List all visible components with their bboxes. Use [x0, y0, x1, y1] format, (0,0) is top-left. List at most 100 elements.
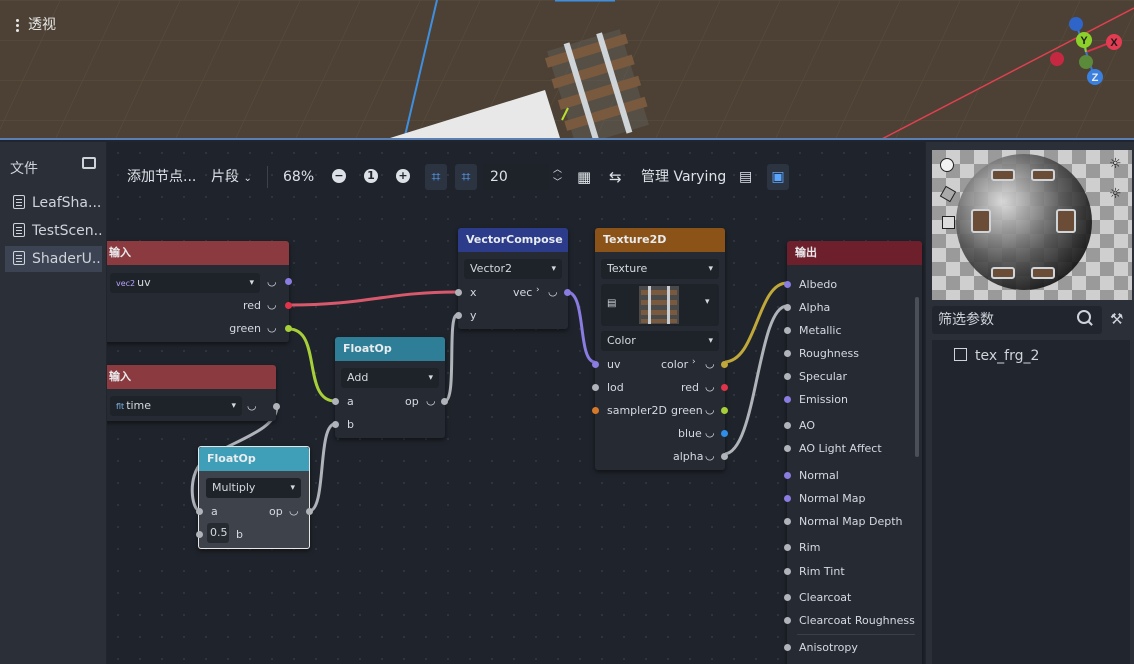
shader-mode-select[interactable]: 片段 ⌄ — [211, 158, 252, 196]
parameter-item[interactable]: tex_frg_2 — [954, 348, 1039, 364]
input-port[interactable] — [784, 644, 791, 651]
output-port[interactable] — [273, 403, 280, 410]
input-port-a[interactable] — [196, 508, 203, 515]
input-port[interactable] — [784, 445, 791, 452]
zoom-reset-button[interactable]: 1 — [364, 169, 378, 183]
view-perspective-menu[interactable]: 透视 — [16, 14, 56, 34]
spinner-arrows-icon[interactable]: ︿ ﹀ — [553, 164, 562, 202]
preview-toggle-icon[interactable]: ◡ — [267, 275, 277, 288]
vector-compose-node[interactable]: VectorCompose Vector2 ▾ x vec › ◡ y — [455, 228, 571, 329]
input-port[interactable] — [784, 350, 791, 357]
output-port[interactable] — [285, 278, 292, 285]
input-port-b[interactable] — [196, 531, 203, 538]
output-port-red[interactable] — [285, 302, 292, 309]
expand-icon[interactable]: › — [536, 285, 540, 295]
preview-toggle-icon[interactable]: ◡ — [247, 399, 257, 412]
tools-icon[interactable]: ⚒ — [1110, 310, 1123, 328]
kebab-menu-icon[interactable] — [16, 17, 20, 34]
output-port-color[interactable] — [721, 361, 728, 368]
show-grid-icon[interactable]: ⌗ — [455, 164, 477, 190]
file-item[interactable]: TestScen... — [5, 218, 102, 244]
output-port[interactable] — [441, 398, 448, 405]
input-port[interactable] — [784, 518, 791, 525]
input-port-x[interactable] — [455, 289, 462, 296]
vector-type-select[interactable]: Vector2 ▾ — [464, 259, 562, 279]
shader-graph-canvas[interactable]: 输入 vec2 uv ▾ ◡ red ◡ green ◡ 输入 flt time ▾ ◡… — [107, 142, 925, 664]
sphere-mesh-icon[interactable] — [940, 158, 954, 172]
expand-icon[interactable]: › — [692, 357, 696, 367]
3d-viewport[interactable]: 透视 Y X Z — [0, 0, 1134, 140]
floatop-add-node[interactable]: FloatOp Add ▾ a op ◡ b — [332, 337, 448, 438]
preview-toggle-icon[interactable]: ◡ — [705, 357, 715, 370]
texture-type-select[interactable]: Color ▾ — [601, 331, 719, 351]
input-port-uv[interactable] — [592, 361, 599, 368]
manage-varying-button[interactable]: 管理 Varying — [641, 158, 726, 196]
input-port[interactable] — [784, 373, 791, 380]
output-port-vec[interactable] — [564, 289, 571, 296]
output-port-blue[interactable] — [721, 430, 728, 437]
input-uv-node[interactable]: 输入 vec2 uv ▾ ◡ red ◡ green ◡ — [107, 241, 292, 342]
output-port-green[interactable] — [285, 325, 292, 332]
input-port-y[interactable] — [455, 312, 462, 319]
output-port-green[interactable] — [721, 407, 728, 414]
preview-toggle-icon[interactable]: ◡ — [705, 426, 715, 439]
preview-toggle-button[interactable]: ▣ — [767, 164, 789, 190]
minimap-icon[interactable]: ▦ — [577, 158, 591, 196]
input-port[interactable] — [784, 594, 791, 601]
light-2-icon[interactable]: ☼ — [1109, 186, 1122, 202]
preview-toggle-icon[interactable]: ◡ — [548, 285, 558, 298]
input-port[interactable] — [784, 396, 791, 403]
input-port[interactable] — [784, 304, 791, 311]
input-select[interactable]: flt time ▾ — [110, 396, 242, 416]
arrange-nodes-icon[interactable]: ⇆ — [609, 158, 622, 196]
file-item[interactable]: LeafSha... — [5, 190, 102, 216]
snap-distance-input[interactable]: 20 — [483, 164, 549, 190]
chevron-down-icon: ▾ — [708, 264, 713, 274]
orientation-gizmo[interactable]: Y X Z — [1040, 12, 1130, 92]
light-1-icon[interactable]: ☼ — [1109, 156, 1122, 172]
input-port[interactable] — [784, 281, 791, 288]
preview-toggle-icon[interactable]: ◡ — [267, 321, 277, 334]
zoom-in-icon[interactable]: + — [396, 169, 410, 183]
snap-grid-icon[interactable]: ⌗ — [425, 164, 447, 190]
texture-picker[interactable]: ▤ ▾ — [601, 284, 719, 326]
input-port-a[interactable] — [332, 398, 339, 405]
input-port[interactable] — [784, 617, 791, 624]
output-port-red[interactable] — [721, 384, 728, 391]
input-port[interactable] — [784, 568, 791, 575]
preview-toggle-icon[interactable]: ◡ — [705, 380, 715, 393]
input-port-sampler2d[interactable] — [592, 407, 599, 414]
input-port[interactable] — [784, 495, 791, 502]
output-scrollbar[interactable] — [915, 297, 919, 457]
operator-select[interactable]: Multiply ▾ — [206, 478, 301, 498]
texture-source-select[interactable]: Texture ▾ — [601, 259, 719, 279]
add-node-button[interactable]: 添加节点... — [127, 158, 196, 196]
preview-toggle-icon[interactable]: ◡ — [267, 298, 277, 311]
texture2d-node[interactable]: Texture2D Texture ▾ ▤ ▾ Color ▾ uv color ›… — [592, 228, 728, 470]
preview-toggle-icon[interactable]: ◡ — [289, 504, 299, 517]
output-port-alpha[interactable] — [721, 453, 728, 460]
operator-select[interactable]: Add ▾ — [341, 368, 439, 388]
texture-thumbnail — [639, 286, 679, 324]
file-item-selected[interactable]: ShaderU... — [5, 246, 102, 272]
quad-mesh-icon[interactable] — [942, 216, 955, 229]
output-node[interactable]: 输出 Albedo Alpha Metallic Roughness Specular E… — [784, 241, 922, 664]
preview-toggle-icon[interactable]: ◡ — [705, 449, 715, 462]
input-time-node[interactable]: 输入 flt time ▾ ◡ — [107, 365, 280, 421]
output-port[interactable] — [306, 508, 313, 515]
input-select[interactable]: vec2 uv ▾ — [110, 273, 260, 293]
filter-parameters-input[interactable]: 筛选参数 — [932, 306, 1102, 334]
input-port-b[interactable] — [332, 421, 339, 428]
preview-toggle-icon[interactable]: ◡ — [426, 394, 436, 407]
input-port[interactable] — [784, 472, 791, 479]
floatop-multiply-node[interactable]: FloatOp Multiply ▾ a op ◡ 0.5 b — [196, 446, 313, 549]
show-code-icon[interactable]: ▤ — [739, 158, 752, 196]
input-port[interactable] — [784, 544, 791, 551]
dock-toggle-icon[interactable] — [82, 157, 96, 169]
preview-toggle-icon[interactable]: ◡ — [705, 403, 715, 416]
b-value-field[interactable]: 0.5 — [207, 523, 229, 543]
zoom-out-icon[interactable]: − — [332, 169, 346, 183]
input-port[interactable] — [784, 422, 791, 429]
input-port[interactable] — [784, 327, 791, 334]
input-port-lod[interactable] — [592, 384, 599, 391]
